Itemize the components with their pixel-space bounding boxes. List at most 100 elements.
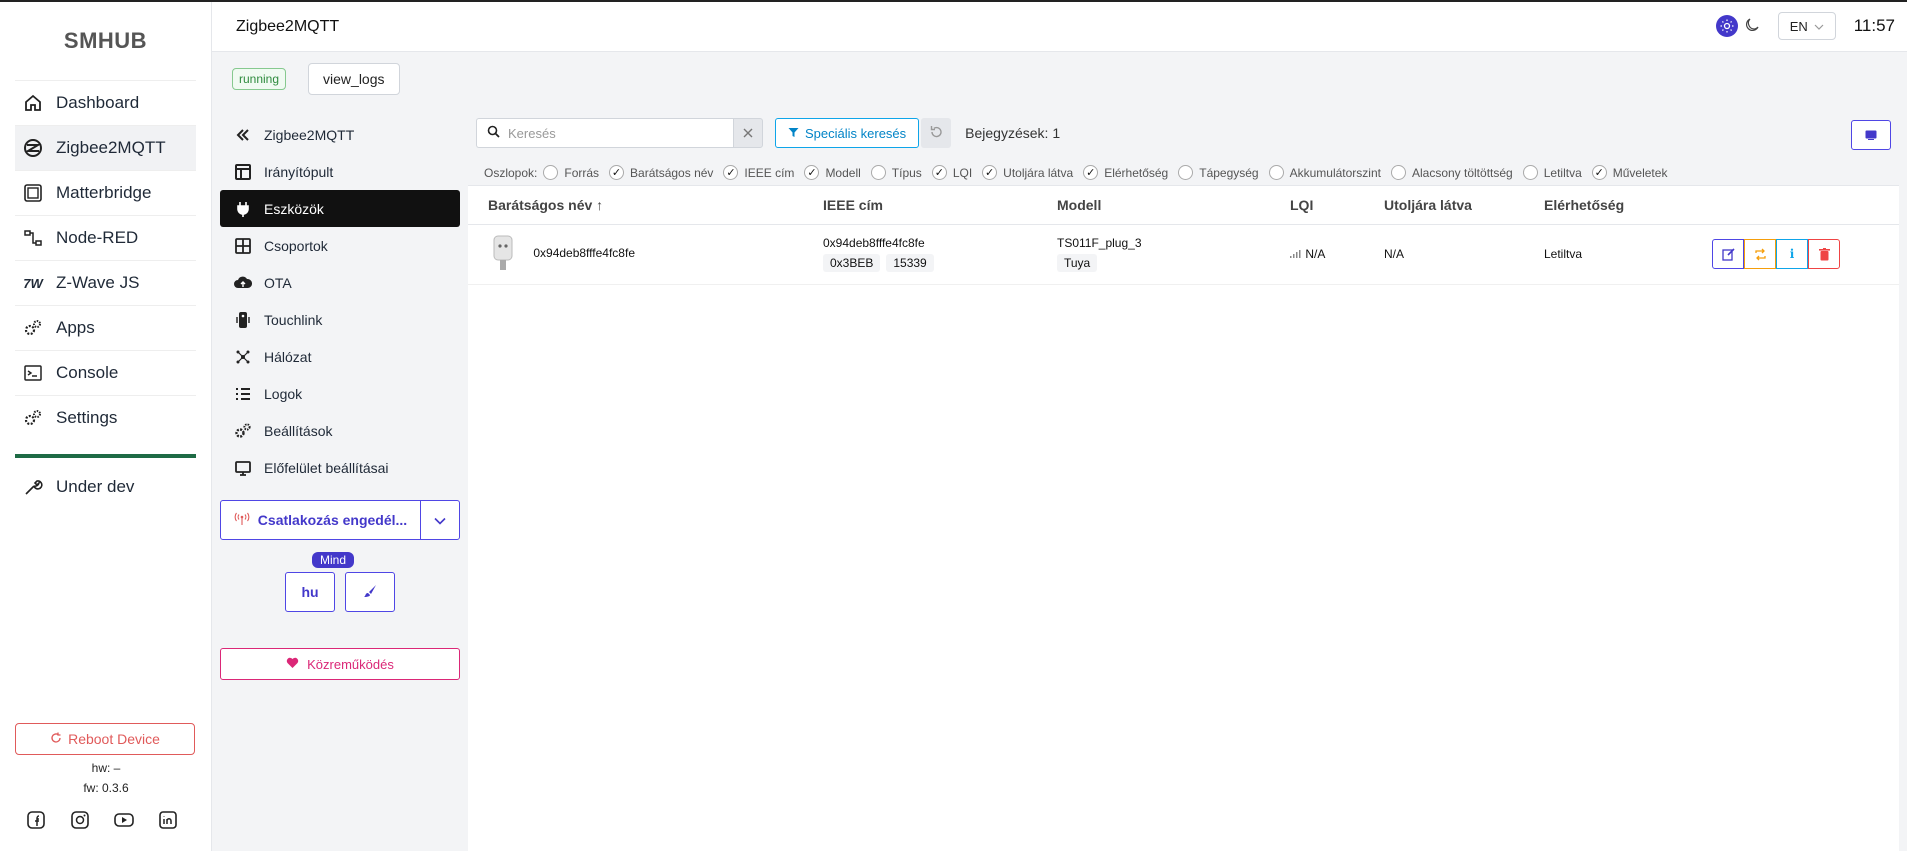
nav-label: Settings — [56, 408, 118, 427]
display-mode-button[interactable] — [1851, 120, 1891, 150]
social-links — [25, 809, 179, 831]
header-friendly-name[interactable]: Barátságos név ↑ — [468, 186, 803, 225]
subnav-item-ota[interactable]: OTA — [220, 264, 460, 301]
nav-item-matterbridge[interactable]: Matterbridge — [15, 170, 196, 215]
permit-join-dropdown[interactable] — [421, 501, 459, 539]
moon-icon[interactable] — [1744, 17, 1760, 36]
column-toggle-friendly-name[interactable]: ✓ Barátságos név — [609, 165, 713, 180]
header-availability[interactable]: Elérhetőség — [1524, 186, 1692, 225]
language-select[interactable]: EN — [1777, 12, 1836, 40]
matter-icon — [22, 182, 44, 204]
checkbox[interactable] — [1178, 165, 1194, 180]
sun-icon[interactable] — [1715, 15, 1738, 37]
subnav-item-touchlink[interactable]: Touchlink — [220, 301, 460, 338]
clear-search-button[interactable] — [733, 118, 763, 148]
checkbox-checked[interactable]: ✓ — [982, 165, 998, 180]
subnav-item-network[interactable]: Hálózat — [220, 338, 460, 375]
contribute-button[interactable]: Közreműködés — [220, 648, 460, 680]
antenna-icon — [234, 512, 250, 529]
advanced-search-button[interactable]: Speciális keresés — [775, 118, 920, 148]
signal-icon — [1290, 247, 1302, 261]
checkbox[interactable] — [870, 165, 886, 180]
tv-icon — [1865, 127, 1877, 143]
checkbox[interactable] — [1390, 165, 1406, 180]
header-ieee[interactable]: IEEE cím — [803, 186, 1037, 225]
columns-label: Oszlopok: — [484, 165, 538, 180]
nav-item-zigbee2mqtt[interactable]: Zigbee2MQTT — [15, 125, 196, 170]
theme-brush-button[interactable] — [345, 572, 395, 612]
subnav-item-settings[interactable]: Beállítások — [220, 412, 460, 449]
nav-item-dashboard[interactable]: Dashboard — [15, 80, 196, 125]
column-toggle-availability[interactable]: ✓ Elérhetőség — [1083, 165, 1168, 180]
device-last-seen: N/A — [1364, 224, 1524, 285]
device-availability: Letiltva — [1524, 224, 1692, 285]
column-toggle-battery[interactable]: Akkumulátorszint — [1268, 165, 1381, 180]
reconfigure-button[interactable] — [1744, 239, 1776, 269]
header-model[interactable]: Modell — [1037, 186, 1270, 225]
header-last-seen[interactable]: Utoljára látva — [1364, 186, 1524, 225]
nav-item-node-red[interactable]: Node-RED — [15, 215, 196, 260]
info-button[interactable]: i — [1776, 239, 1808, 269]
column-toggle-actions[interactable]: ✓ Műveletek — [1591, 165, 1667, 180]
checkbox-checked[interactable]: ✓ — [1591, 165, 1607, 180]
device-model[interactable]: TS011F_plug_3 — [1057, 236, 1250, 250]
nav-item-console[interactable]: Console — [15, 350, 196, 395]
column-toggle-power[interactable]: Tápegység — [1178, 165, 1259, 180]
facebook-icon[interactable] — [25, 809, 47, 831]
nav-item-under-dev[interactable]: Under dev — [15, 464, 196, 509]
reboot-button[interactable]: Reboot Device — [15, 723, 195, 755]
clock: 11:57 — [1853, 16, 1895, 35]
nav-label: Node-RED — [56, 228, 139, 247]
instagram-icon[interactable] — [69, 809, 91, 831]
theme-toggle[interactable] — [1715, 15, 1760, 37]
youtube-icon[interactable] — [113, 809, 135, 831]
nav-item-apps[interactable]: Apps — [15, 305, 196, 350]
checkbox-checked[interactable]: ✓ — [609, 165, 625, 180]
column-toggle-model[interactable]: ✓ Modell — [804, 165, 861, 180]
view-logs-button[interactable]: view_logs — [308, 63, 400, 95]
header-lqi[interactable]: LQI — [1270, 186, 1364, 225]
permit-join-group: Csatlakozás engedél... — [220, 500, 460, 540]
network-icon — [234, 348, 252, 366]
subnav-item-ui-settings[interactable]: Előfelület beállításai — [220, 449, 460, 486]
checkbox[interactable] — [543, 165, 559, 180]
page-title: Zigbee2MQTT — [236, 17, 340, 35]
delete-button[interactable] — [1808, 239, 1840, 269]
column-toggle-lqi[interactable]: ✓ LQI — [931, 165, 972, 180]
brand-logo: SMHUB — [63, 28, 148, 53]
device-friendly-name[interactable]: 0x94deb8fffe4fc8fe — [533, 246, 635, 260]
language-button[interactable]: hu — [285, 572, 335, 612]
checkbox-checked[interactable]: ✓ — [931, 165, 947, 180]
entries-count: Bejegyzések: 1 — [965, 125, 1061, 141]
header-actions — [1692, 186, 1899, 225]
subnav-item-zigbee2mqtt[interactable]: Zigbee2MQTT — [220, 116, 460, 153]
permit-join-button[interactable]: Csatlakozás engedél... — [221, 501, 421, 539]
column-toggle-type[interactable]: Típus — [870, 165, 922, 180]
subnav-item-devices[interactable]: Eszközök — [220, 190, 460, 227]
subnav-item-logs[interactable]: Logok — [220, 375, 460, 412]
search-input[interactable]: Keresés — [476, 118, 733, 148]
checkbox[interactable] — [1268, 165, 1284, 180]
subnav-item-groups[interactable]: Csoportok — [220, 227, 460, 264]
subnav-item-dashboard[interactable]: Irányítópult — [220, 153, 460, 190]
checkbox[interactable] — [1522, 165, 1538, 180]
column-toggle-last-seen[interactable]: ✓ Utoljára látva — [982, 165, 1073, 180]
linkedin-icon[interactable] — [157, 809, 179, 831]
nav-item-settings[interactable]: Settings — [15, 395, 196, 440]
column-selector: Oszlopok: Forrás ✓ Barátságos név ✓ IEEE c… — [468, 160, 1899, 186]
reset-filters-button[interactable] — [921, 118, 952, 148]
column-toggle-ieee[interactable]: ✓ IEEE cím — [723, 165, 794, 180]
checkbox-checked[interactable]: ✓ — [1083, 165, 1099, 180]
checkbox-checked[interactable]: ✓ — [723, 165, 739, 180]
column-toggle-low-battery[interactable]: Alacsony töltöttség — [1390, 165, 1513, 180]
checkbox-checked[interactable]: ✓ — [804, 165, 820, 180]
device-vendor: Tuya — [1057, 254, 1098, 272]
column-toggle-disabled[interactable]: Letiltva — [1522, 165, 1582, 180]
column-toggle-source[interactable]: Forrás — [543, 165, 599, 180]
hw-version: hw: – — [91, 761, 121, 775]
nwk-dec: 15339 — [886, 254, 934, 272]
table-header-row: Barátságos név ↑ IEEE cím Modell LQI Uto… — [468, 186, 1899, 225]
nav-item-zwave[interactable]: 7W Z-Wave JS — [15, 260, 196, 305]
edit-button[interactable] — [1712, 239, 1744, 269]
nav-label: Matterbridge — [56, 183, 152, 202]
